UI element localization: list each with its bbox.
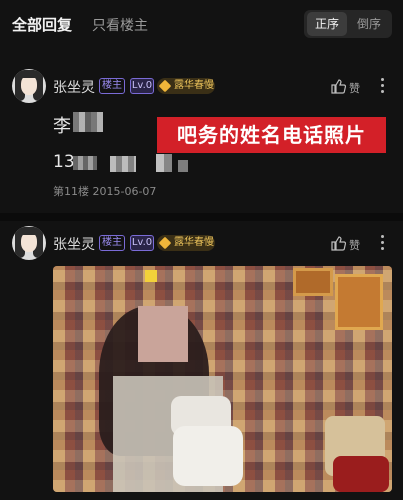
- avatar[interactable]: [12, 69, 46, 103]
- tab-all-replies[interactable]: 全部回复: [12, 14, 72, 35]
- annotation-caption: 吧务的姓名电话照片: [157, 117, 386, 153]
- mosaic-redaction: [178, 160, 188, 172]
- post-divider: [0, 213, 403, 221]
- op-badge: 楼主: [99, 78, 125, 94]
- sort-descending-button[interactable]: 倒序: [349, 12, 389, 36]
- like-label[interactable]: 赞: [349, 237, 360, 253]
- level-badge: Lv.0: [130, 78, 154, 94]
- post-content-line: 李: [53, 116, 71, 137]
- more-icon[interactable]: [381, 235, 385, 251]
- gem-icon: [158, 236, 172, 250]
- title-badge: 露华春慢: [157, 78, 215, 94]
- sort-ascending-button[interactable]: 正序: [307, 12, 347, 36]
- mosaic-redaction: [110, 156, 136, 172]
- floor-and-date: 第11楼 2015-06-07: [53, 185, 157, 198]
- mosaic-redaction: [138, 306, 188, 362]
- title-badge-label: 露华春慢: [174, 237, 214, 248]
- post-photo[interactable]: [53, 266, 392, 492]
- tab-op-only[interactable]: 只看楼主: [92, 15, 148, 35]
- more-icon[interactable]: [381, 78, 385, 94]
- avatar[interactable]: [12, 226, 46, 260]
- mosaic-redaction: [73, 156, 97, 170]
- reply-header: 全部回复 只看楼主 正序 倒序: [0, 0, 403, 48]
- title-badge: 露华春慢: [157, 235, 215, 251]
- level-badge: Lv.0: [130, 235, 154, 251]
- like-label[interactable]: 赞: [349, 80, 360, 96]
- mosaic-redaction: [156, 154, 172, 172]
- thumbs-up-icon[interactable]: [330, 235, 346, 251]
- op-badge: 楼主: [99, 235, 125, 251]
- post-content-line: 13: [53, 152, 75, 172]
- mosaic-redaction: [73, 112, 103, 132]
- username[interactable]: 张坐灵: [53, 234, 95, 254]
- username[interactable]: 张坐灵: [53, 77, 95, 97]
- title-badge-label: 露华春慢: [174, 80, 214, 91]
- thumbs-up-icon[interactable]: [330, 78, 346, 94]
- sort-toggle: 正序 倒序: [304, 10, 392, 38]
- gem-icon: [158, 79, 172, 93]
